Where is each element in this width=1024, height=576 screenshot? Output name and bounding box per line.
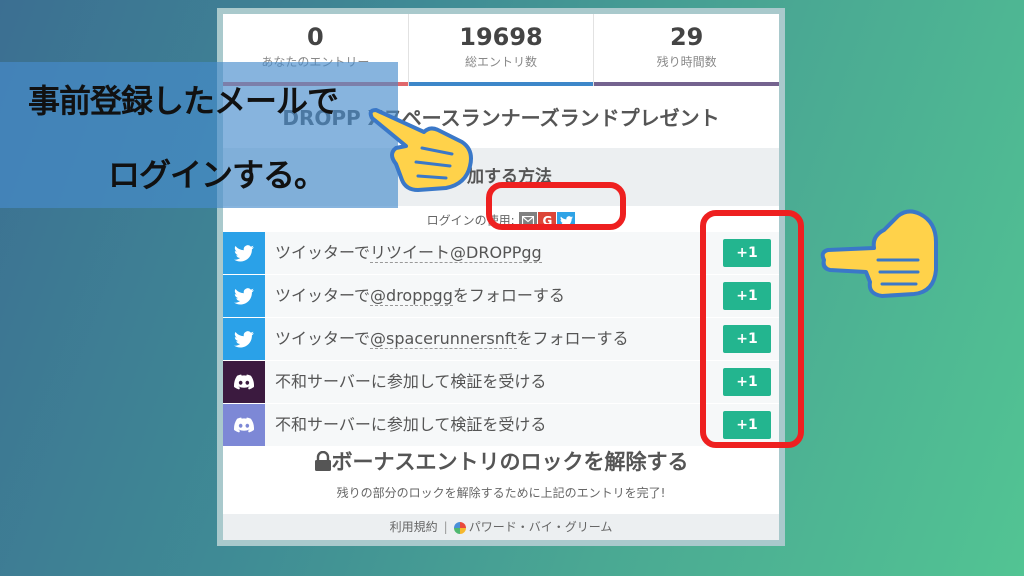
bonus-entries-heading: ボーナスエントリのロックを解除する	[223, 446, 779, 478]
stat-accent-bar	[594, 82, 780, 86]
entry-row[interactable]: ツイッターでリツイート@DROPPgg +1	[223, 232, 779, 275]
entry-list: ツイッターでリツイート@DROPPgg +1 ツイッターで@droppggをフォ…	[223, 232, 779, 447]
lock-icon	[314, 450, 332, 474]
stat-value: 0	[306, 23, 324, 51]
terms-link[interactable]: 利用規約	[390, 520, 438, 534]
entry-row[interactable]: ツイッターで@droppggをフォローする +1	[223, 275, 779, 318]
annotation-line-1: 事前登録したメールで	[28, 82, 339, 120]
pointing-hand-icon	[820, 209, 938, 298]
widget-footer: 利用規約 | パワード・バイ・グリーム	[223, 514, 779, 540]
login-highlight-box	[486, 182, 626, 230]
entry-text: 不和サーバーに参加して検証を受ける	[275, 372, 547, 391]
discord-icon	[223, 361, 265, 403]
stat-accent-bar	[408, 82, 594, 86]
twitter-icon	[223, 232, 265, 274]
gleam-logo-icon	[453, 521, 466, 534]
entry-row[interactable]: 不和サーバーに参加して検証を受ける +1	[223, 404, 779, 447]
powered-by-link[interactable]: パワード・バイ・グリーム	[469, 520, 613, 534]
entry-link[interactable]: @droppgg	[370, 286, 453, 306]
entry-text: 不和サーバーに参加して検証を受ける	[275, 415, 547, 434]
stat-label: 残り時間数	[656, 55, 717, 69]
stat-total-entries: 19698 総エントリ数	[408, 14, 595, 86]
twitter-icon	[223, 275, 265, 317]
entry-text: ツイッターでリツイート@DROPPgg	[275, 243, 542, 263]
discord-icon	[223, 404, 265, 446]
stat-value: 19698	[459, 23, 543, 51]
points-highlight-box	[700, 210, 804, 448]
bonus-entries-subtitle: 残りの部分のロックを解除するために上記のエントリを完了!	[336, 486, 666, 500]
twitter-icon	[223, 318, 265, 360]
pointing-hand-icon	[368, 108, 473, 192]
entry-link[interactable]: リツイート@DROPPgg	[370, 243, 542, 263]
entry-text: ツイッターで@spacerunnersnftをフォローする	[275, 329, 629, 349]
entry-row[interactable]: ツイッターで@spacerunnersnftをフォローする +1	[223, 318, 779, 361]
stat-label: 総エントリ数	[465, 55, 538, 69]
entry-row[interactable]: 不和サーバーに参加して検証を受ける +1	[223, 361, 779, 404]
stat-time-left: 29 残り時間数	[594, 14, 780, 86]
entry-text: ツイッターで@droppggをフォローする	[275, 286, 565, 306]
annotation-line-2: ログインする。	[108, 156, 326, 194]
entry-link[interactable]: @spacerunnersnft	[370, 329, 517, 349]
stat-value: 29	[669, 23, 704, 51]
